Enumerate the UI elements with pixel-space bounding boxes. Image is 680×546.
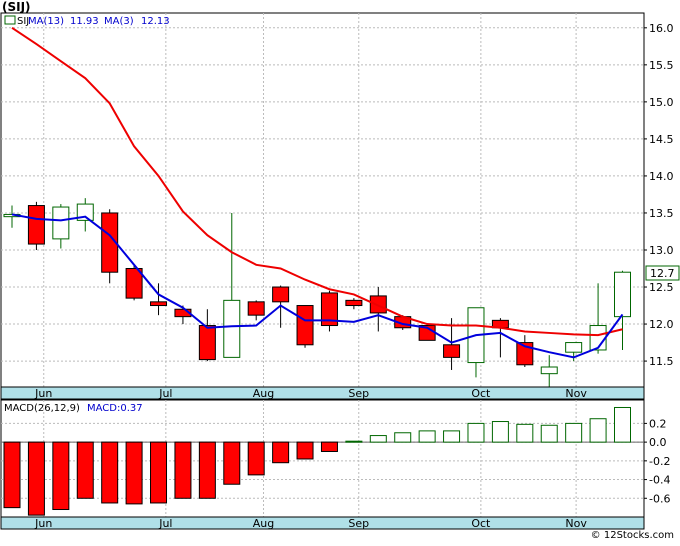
- candle-body: [443, 344, 461, 358]
- month-label: Sep: [348, 517, 369, 530]
- candle: [101, 209, 119, 284]
- candle: [320, 290, 338, 332]
- month-label: Jul: [158, 387, 172, 400]
- macd-bar: [467, 422, 485, 443]
- month-label: Aug: [253, 387, 274, 400]
- legend-ma3-value: 12.13: [141, 16, 170, 27]
- candle-body: [369, 295, 387, 314]
- price-panel-frame: [0, 12, 645, 388]
- price-month-axis: [0, 386, 645, 400]
- month-label: Jul: [158, 517, 172, 530]
- macd-value: MACD:0.37: [87, 403, 143, 414]
- macd-bar: [418, 430, 436, 443]
- price-ytick-label: 12.0: [649, 318, 674, 331]
- candle-body: [614, 271, 631, 318]
- legend-ma13-label: MA(13): [28, 16, 64, 27]
- macd-bar: [101, 441, 119, 504]
- candle-body: [540, 366, 558, 375]
- month-label: Nov: [565, 387, 587, 400]
- price-ytick-label: 15.0: [649, 96, 674, 109]
- month-label: Nov: [565, 517, 587, 530]
- macd-y-axis: 0.2 0.0 -0.2 -0.4 -0.6: [644, 417, 670, 505]
- macd-bar: [296, 441, 314, 460]
- macd-bar: [491, 421, 509, 443]
- candle-body: [27, 205, 45, 245]
- macd-bar: [369, 435, 387, 443]
- price-ytick-label: 13.0: [649, 244, 674, 257]
- price-ytick-label: 15.5: [649, 59, 674, 72]
- candle-body: [565, 342, 583, 353]
- macd-ytick-label: -0.6: [649, 492, 670, 505]
- last-price-tag: 12.7: [645, 265, 680, 281]
- candle: [296, 305, 314, 348]
- price-ytick-label: 12.5: [649, 281, 674, 294]
- candle-body: [247, 301, 265, 316]
- candle-body: [345, 299, 363, 307]
- macd-ytick-label: 0.2: [649, 417, 667, 430]
- legend-ma13-value: 11.93: [70, 16, 99, 27]
- macd-bar: [247, 441, 265, 476]
- macd-panel-frame: [0, 399, 645, 518]
- month-label: Oct: [471, 387, 491, 400]
- macd-ytick-label: 0.0: [649, 436, 667, 449]
- macd-bar: [3, 441, 21, 509]
- price-legend: SIJ MA(13) 11.93 MA(3) 12.13: [4, 15, 170, 27]
- stock-chart: Jun Jul Aug Sep Oct Nov 11.512.012.513.013.51…: [0, 0, 680, 530]
- month-label: Aug: [253, 517, 274, 530]
- macd-bar: [320, 441, 338, 452]
- month-label: Jun: [34, 517, 52, 530]
- macd-bar: [125, 441, 143, 505]
- macd-bar: [345, 440, 363, 443]
- price-ytick-label: 14.0: [649, 170, 674, 183]
- macd-bar: [174, 441, 192, 499]
- legend-candle-icon: [4, 15, 16, 25]
- macd-bar: [614, 406, 631, 443]
- macd-ytick-label: -0.2: [649, 455, 670, 468]
- macd-bar: [565, 422, 583, 443]
- macd-bar: [516, 423, 534, 443]
- macd-bar: [272, 441, 290, 464]
- price-ytick-label: 13.5: [649, 207, 674, 220]
- candle-body: [223, 299, 241, 358]
- last-price-value: 12.7: [650, 267, 675, 280]
- macd-legend: MACD(26,12,9) MACD:0.37: [4, 403, 143, 414]
- month-label: Jun: [34, 387, 52, 400]
- price-ytick-label: 14.5: [649, 133, 674, 146]
- month-label: Sep: [348, 387, 369, 400]
- macd-bar: [589, 418, 607, 443]
- macd-ytick-label: -0.4: [649, 474, 670, 487]
- macd-bar: [76, 441, 94, 499]
- chart-title: (SIJ): [2, 0, 31, 14]
- macd-month-axis: [0, 516, 645, 530]
- price-ytick-label: 16.0: [649, 22, 674, 35]
- candle-body: [296, 305, 314, 346]
- macd-label: MACD(26,12,9): [4, 403, 80, 414]
- candle: [27, 201, 45, 250]
- legend-ma3-label: MA(3): [104, 16, 134, 27]
- macd-bar: [540, 424, 558, 443]
- macd-bar: [443, 430, 461, 443]
- month-label: Oct: [471, 517, 491, 530]
- price-ytick-label: 11.5: [649, 355, 674, 368]
- macd-bar: [150, 441, 168, 504]
- candle-body: [150, 301, 168, 307]
- price-y-axis: 11.5 12.0 12.5 13.0 13.5 14.0 14.5 15.0 15.5 16.0: [644, 22, 674, 368]
- credit-text: © 12Stocks.com: [590, 530, 674, 541]
- macd-bar: [394, 432, 412, 443]
- macd-bar: [27, 441, 45, 516]
- macd-bar: [223, 441, 241, 485]
- candle-body: [198, 325, 216, 361]
- candle-body: [52, 206, 70, 240]
- candle-body: [272, 286, 290, 303]
- macd-bar: [198, 441, 216, 499]
- macd-bar: [52, 441, 70, 511]
